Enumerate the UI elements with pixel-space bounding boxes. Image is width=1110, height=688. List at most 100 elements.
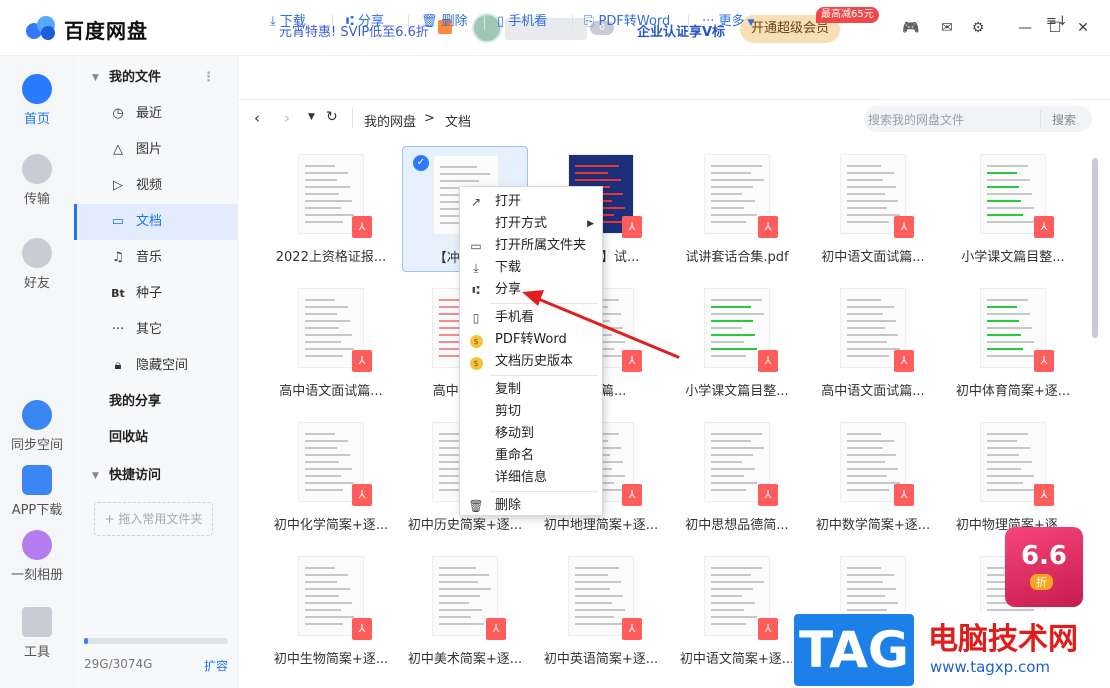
menu-item[interactable]: 🗑︎ 删除 bbox=[460, 495, 602, 517]
scrollbar[interactable] bbox=[1092, 158, 1098, 338]
thumb-line bbox=[575, 602, 612, 604]
file-tile[interactable]: ⅄ 小学课文篇目整... bbox=[950, 146, 1076, 272]
nav-album[interactable]: 一刻相册 bbox=[0, 530, 74, 583]
submenu-arrow-icon: ▶ bbox=[587, 219, 594, 229]
menu-item[interactable]: ▭ 打开所属文件夹 bbox=[460, 235, 602, 257]
history-dropdown-icon[interactable]: ▼ bbox=[308, 112, 315, 122]
expand-link[interactable]: 扩容 bbox=[204, 657, 228, 674]
share-button[interactable]: ⑆ 分享 bbox=[346, 12, 384, 32]
search-input[interactable]: 搜索我的网盘文件 bbox=[868, 111, 964, 128]
sidebar-item-videos[interactable]: ▷ 视频 bbox=[74, 168, 237, 204]
more-dots-icon[interactable]: ⋮ bbox=[202, 60, 215, 96]
file-tile[interactable]: ⅄ 初中美术简案+逐... bbox=[402, 548, 528, 674]
file-tile[interactable]: ⅄ 高中语文面试篇... bbox=[268, 280, 394, 406]
file-name: 初中体育简案+逐... bbox=[955, 384, 1071, 399]
menu-item[interactable]: ▯ 手机看 bbox=[460, 307, 602, 329]
file-tile[interactable]: ⅄ 高中语文面试篇... bbox=[810, 280, 936, 406]
file-tile[interactable]: ⅄ 初中体育简案+逐... bbox=[950, 280, 1076, 406]
file-name: 初中语文简案+逐... bbox=[679, 652, 795, 667]
file-name: 初中生物简案+逐... bbox=[273, 652, 389, 667]
sidebar-item-docs[interactable]: ▭ 文档 bbox=[74, 204, 237, 240]
thumb-line bbox=[987, 165, 1028, 167]
file-tile[interactable]: ⅄ 2022上资格证报... bbox=[268, 146, 394, 272]
file-tile[interactable]: ⅄ 初中生物简案+逐... bbox=[268, 548, 394, 674]
file-tile[interactable]: ⅄ 试讲套话合集.pdf bbox=[674, 146, 800, 272]
menu-item[interactable]: ⑆ 分享 bbox=[460, 279, 602, 301]
sidebar-item-other[interactable]: ··· 其它 bbox=[74, 312, 237, 348]
thumb-line bbox=[847, 341, 887, 343]
bt-icon: Bt bbox=[111, 287, 125, 300]
thumb-line bbox=[711, 207, 744, 209]
forward-icon[interactable]: › bbox=[284, 109, 290, 127]
menu-item[interactable]: 移动到 bbox=[460, 423, 602, 445]
file-tile[interactable]: ⅄ 初中语文简案+逐... bbox=[674, 548, 800, 674]
thumb-line bbox=[439, 595, 480, 597]
minimize-icon[interactable]: — bbox=[1016, 20, 1034, 36]
sidebar-item-images[interactable]: △ 图片 bbox=[74, 132, 237, 168]
menu-item[interactable]: 详细信息 bbox=[460, 467, 602, 489]
file-tile[interactable]: ⅄ 初中化学简案+逐... bbox=[268, 414, 394, 540]
menu-item[interactable]: ↗ 打开 bbox=[460, 191, 602, 213]
sidebar-item-recent[interactable]: ◷ 最近 bbox=[74, 96, 237, 132]
menu-item[interactable]: $ 文档历史版本 bbox=[460, 351, 602, 373]
more-button[interactable]: ··· 更多 ▼ bbox=[702, 12, 754, 32]
thumb-line bbox=[987, 475, 1034, 477]
file-tile[interactable]: ⅄ 初中语文面试篇... bbox=[810, 146, 936, 272]
game-icon[interactable]: 🎮 bbox=[902, 20, 920, 36]
menu-item[interactable]: 重命名 bbox=[460, 445, 602, 467]
settings-icon[interactable]: ⚙ bbox=[969, 20, 987, 36]
menu-item-label: 详细信息 bbox=[495, 470, 548, 485]
menu-item[interactable]: 打开方式 ▶ bbox=[460, 213, 602, 235]
delete-button[interactable]: 🗑︎ 删除 bbox=[421, 12, 468, 32]
sidebar-my-share[interactable]: 我的分享 bbox=[74, 384, 237, 420]
thumb-line bbox=[711, 574, 751, 576]
nav-sync[interactable]: 同步空间 bbox=[0, 400, 74, 453]
menu-item[interactable]: 剪切 bbox=[460, 401, 602, 423]
back-icon[interactable]: ‹ bbox=[254, 109, 260, 127]
trash-icon: 🗑︎ bbox=[468, 499, 484, 513]
thumb-line bbox=[711, 602, 755, 604]
nav-friends[interactable]: 好友 bbox=[0, 238, 74, 291]
thumb-line bbox=[575, 623, 627, 625]
menu-item[interactable]: $ PDF转Word bbox=[460, 329, 602, 351]
search-button[interactable]: 搜索 bbox=[1052, 111, 1076, 128]
file-tile[interactable]: ⅄ 小学课文篇目整... bbox=[674, 280, 800, 406]
menu-item[interactable]: 复制 bbox=[460, 379, 602, 401]
thumb-line bbox=[711, 193, 742, 195]
dots-icon: ··· bbox=[702, 14, 719, 29]
thumb-line bbox=[847, 447, 883, 449]
thumb-line bbox=[305, 433, 335, 435]
download-button[interactable]: ⤓ 下载 bbox=[270, 12, 306, 32]
sidebar-quick-access[interactable]: ▼ 快捷访问 bbox=[74, 458, 237, 494]
thumb-line bbox=[711, 179, 764, 181]
sidebar-item-torrent[interactable]: Bt 种子 bbox=[74, 276, 237, 312]
thumb-line bbox=[711, 348, 757, 350]
sort-icon[interactable]: ≡↓ bbox=[1046, 12, 1068, 32]
sidebar-item-music[interactable]: ♫ 音乐 bbox=[74, 240, 237, 276]
checked-icon[interactable]: ✓ bbox=[413, 155, 429, 171]
file-tile[interactable]: ⅄ 初中物理简案+逐... bbox=[950, 414, 1076, 540]
menu-item[interactable]: ⤓ 下载 bbox=[460, 257, 602, 279]
thumb-line bbox=[305, 306, 348, 308]
thumb-line bbox=[439, 602, 469, 604]
mail-icon[interactable]: ✉ bbox=[938, 20, 956, 36]
add-favorite-folder[interactable]: + 拖入常用文件夹 bbox=[94, 502, 213, 536]
nav-app-download[interactable]: APP下载 bbox=[0, 465, 74, 518]
breadcrumb-root[interactable]: 我的网盘 bbox=[364, 111, 416, 130]
pdf-to-word-button[interactable]: ⎘ PDF转Word bbox=[584, 12, 670, 32]
nav-transfer[interactable]: 传输 bbox=[0, 154, 74, 207]
thumb-line bbox=[847, 313, 883, 315]
refresh-icon[interactable]: ↻ bbox=[326, 109, 338, 125]
nav-tools[interactable]: 工具 bbox=[0, 607, 74, 660]
close-icon[interactable]: ✕ bbox=[1074, 20, 1092, 36]
thumb-line bbox=[575, 172, 608, 174]
sidebar-recycle[interactable]: 回收站 bbox=[74, 420, 237, 456]
sidebar-my-files[interactable]: ▼ 我的文件 ⋮ bbox=[74, 60, 237, 96]
file-tile[interactable]: ⅄ 初中英语简案+逐... bbox=[538, 548, 664, 674]
image-icon: △ bbox=[113, 142, 123, 157]
file-tile[interactable]: ⅄ 初中思想品德简... bbox=[674, 414, 800, 540]
nav-home[interactable]: 首页 bbox=[0, 74, 74, 127]
phone-view-button[interactable]: ▯ 手机看 bbox=[497, 12, 547, 32]
sidebar-item-hidden[interactable]: 🔒︎ 隐藏空间 bbox=[74, 348, 237, 384]
file-tile[interactable]: ⅄ 初中数学简案+逐... bbox=[810, 414, 936, 540]
